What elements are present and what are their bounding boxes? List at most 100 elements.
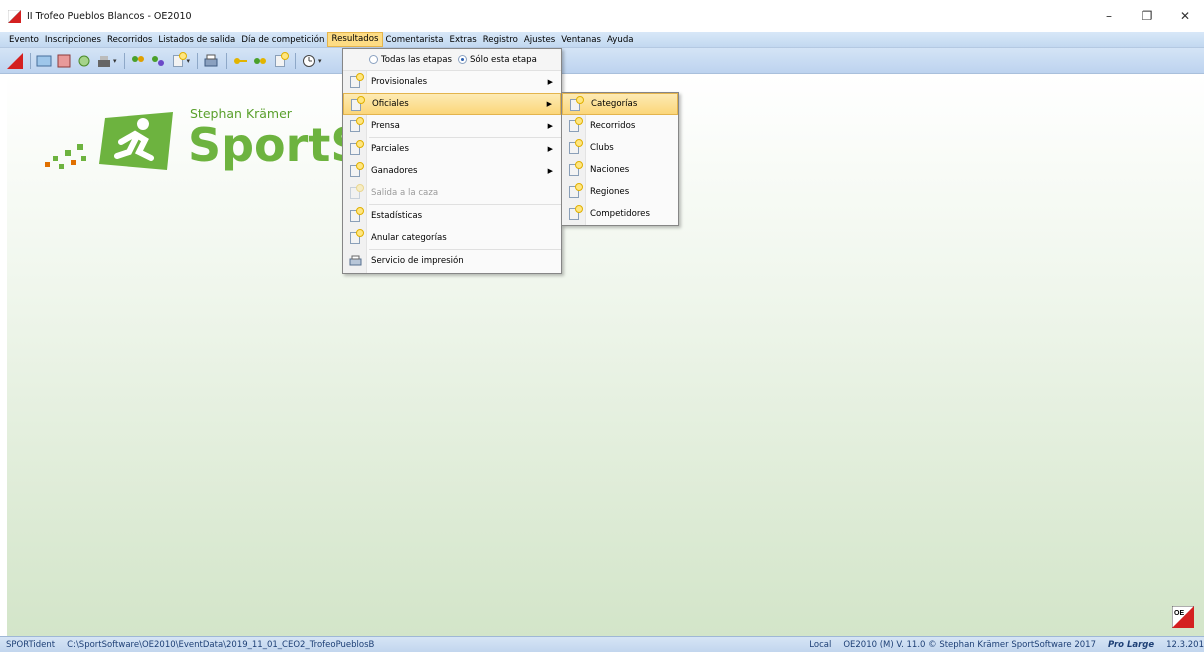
submenu-item-regiones[interactable]: Regiones bbox=[562, 181, 678, 203]
menu-item-parciales[interactable]: Parciales ▶ bbox=[343, 138, 561, 160]
document-icon bbox=[348, 184, 364, 200]
menu-inscripciones[interactable]: Inscripciones bbox=[42, 33, 104, 47]
runners-edit-icon[interactable] bbox=[149, 52, 167, 70]
submenu-item-label: Categorías bbox=[591, 99, 638, 109]
chevron-right-icon: ▶ bbox=[547, 78, 553, 86]
menu-recorridos[interactable]: Recorridos bbox=[104, 33, 155, 47]
submenu-item-label: Recorridos bbox=[590, 121, 636, 131]
network-icon[interactable] bbox=[75, 52, 93, 70]
menu-item-oficiales[interactable]: Oficiales ▶ bbox=[343, 93, 561, 115]
close-button[interactable]: ✕ bbox=[1166, 0, 1204, 32]
status-device: SPORTident bbox=[6, 639, 56, 650]
status-path: C:\SportSoftware\OE2010\EventData\2019_1… bbox=[67, 639, 375, 650]
menu-item-label: Estadísticas bbox=[371, 211, 423, 221]
submenu-item-clubs[interactable]: Clubs bbox=[562, 137, 678, 159]
print-icon[interactable] bbox=[202, 52, 220, 70]
window-title: II Trofeo Pueblos Blancos - OE2010 bbox=[27, 10, 192, 22]
key-icon[interactable] bbox=[231, 52, 249, 70]
chevron-right-icon: ▶ bbox=[547, 167, 553, 175]
submenu-item-label: Naciones bbox=[590, 165, 630, 175]
clock-icon[interactable] bbox=[300, 52, 318, 70]
document-icon bbox=[567, 117, 583, 133]
oficiales-submenu: Categorías Recorridos Clubs Naciones Reg… bbox=[561, 92, 679, 226]
toolbar-separator bbox=[123, 52, 125, 69]
document-icon bbox=[349, 96, 365, 112]
submenu-item-label: Regiones bbox=[590, 187, 630, 197]
card-reader-icon[interactable] bbox=[95, 52, 113, 70]
document-icon bbox=[567, 139, 583, 155]
document-settings-icon[interactable] bbox=[169, 51, 187, 70]
submenu-item-recorridos[interactable]: Recorridos bbox=[562, 115, 678, 137]
submenu-item-competidores[interactable]: Competidores bbox=[562, 203, 678, 225]
logo-dots bbox=[43, 134, 103, 174]
menu-item-label: Prensa bbox=[371, 121, 400, 131]
entries-icon[interactable] bbox=[35, 52, 53, 70]
runner-logo-icon bbox=[99, 112, 173, 170]
menu-item-ganadores[interactable]: Ganadores ▶ bbox=[343, 160, 561, 182]
menu-registro[interactable]: Registro bbox=[480, 33, 521, 47]
radio-this-stage[interactable] bbox=[457, 55, 467, 64]
menu-item-label: Parciales bbox=[371, 144, 409, 154]
chevron-down-icon[interactable]: ▾ bbox=[318, 57, 322, 65]
menu-resultados[interactable]: Resultados bbox=[327, 32, 383, 47]
submenu-item-naciones[interactable]: Naciones bbox=[562, 159, 678, 181]
chevron-down-icon[interactable]: ▾ bbox=[113, 57, 117, 65]
document-icon bbox=[568, 96, 584, 112]
register-icon[interactable] bbox=[55, 52, 73, 70]
chevron-down-icon[interactable]: ▾ bbox=[187, 57, 191, 65]
minimize-button[interactable]: – bbox=[1090, 0, 1128, 32]
menu-item-prensa[interactable]: Prensa ▶ bbox=[343, 115, 561, 137]
toolbar-separator bbox=[30, 52, 31, 69]
menu-extras[interactable]: Extras bbox=[447, 33, 480, 47]
title-bar: II Trofeo Pueblos Blancos - OE2010 – ❐ ✕ bbox=[0, 0, 1204, 32]
menu-item-salida-a-la-caza: Salida a la caza bbox=[343, 182, 561, 204]
menu-ayuda[interactable]: Ayuda bbox=[604, 33, 637, 47]
logo-wordmark: SportS bbox=[188, 118, 348, 172]
document-icon bbox=[348, 229, 364, 245]
oe-logo-icon[interactable] bbox=[6, 52, 24, 70]
status-date: 12.3.201 bbox=[1166, 639, 1204, 650]
menu-item-label: Salida a la caza bbox=[371, 188, 439, 198]
document-icon bbox=[348, 73, 364, 89]
toolbar-separator bbox=[197, 52, 199, 69]
toolbar-separator bbox=[226, 52, 228, 69]
document-icon bbox=[567, 205, 583, 221]
menu-ventanas[interactable]: Ventanas bbox=[558, 33, 604, 47]
menu-dia-de-competicion[interactable]: Día de competición bbox=[238, 33, 327, 47]
menu-item-label: Ganadores bbox=[371, 166, 418, 176]
toolbar: ▾ ▾ ▾ bbox=[0, 48, 1204, 74]
menu-comentarista[interactable]: Comentarista bbox=[383, 33, 447, 47]
stage-radio-group: Todas las etapas Sólo esta etapa bbox=[343, 49, 561, 71]
chevron-right-icon: ▶ bbox=[547, 122, 553, 130]
menu-listados-de-salida[interactable]: Listados de salida bbox=[155, 33, 238, 47]
restore-button[interactable]: ❐ bbox=[1128, 0, 1166, 32]
radio-all-stages[interactable] bbox=[369, 55, 378, 64]
menu-evento[interactable]: Evento bbox=[6, 33, 42, 47]
menu-bar: Evento Inscripciones Recorridos Listados… bbox=[0, 32, 1204, 48]
radio-this-stage-label[interactable]: Sólo esta etapa bbox=[470, 55, 537, 65]
menu-item-label: Servicio de impresión bbox=[371, 256, 464, 266]
menu-item-label: Anular categorías bbox=[371, 233, 447, 243]
radio-all-stages-label[interactable]: Todas las etapas bbox=[381, 55, 452, 65]
document-icon bbox=[567, 183, 583, 199]
status-version: OE2010 (M) V. 11.0 © Stephan Krämer Spor… bbox=[843, 639, 1096, 650]
document-icon bbox=[348, 162, 364, 178]
oe-corner-logo-icon: OE bbox=[1171, 605, 1195, 629]
runners-icon[interactable] bbox=[129, 52, 147, 70]
menu-item-anular-categorias[interactable]: Anular categorías bbox=[343, 227, 561, 249]
document-icon bbox=[348, 207, 364, 223]
document-check-icon[interactable] bbox=[271, 51, 290, 70]
resultados-menu: Todas las etapas Sólo esta etapa Provisi… bbox=[342, 48, 562, 274]
document-icon bbox=[348, 140, 364, 156]
document-icon bbox=[567, 161, 583, 177]
menu-item-servicio-de-impresion[interactable]: Servicio de impresión bbox=[343, 250, 561, 272]
printer-icon bbox=[348, 254, 362, 268]
submenu-item-label: Competidores bbox=[590, 209, 650, 219]
menu-item-estadisticas[interactable]: Estadísticas bbox=[343, 205, 561, 227]
keys-icon[interactable] bbox=[251, 52, 269, 70]
submenu-item-categorias[interactable]: Categorías bbox=[562, 93, 678, 115]
menu-ajustes[interactable]: Ajustes bbox=[521, 33, 558, 47]
menu-item-provisionales[interactable]: Provisionales ▶ bbox=[343, 71, 561, 93]
menu-item-label: Provisionales bbox=[371, 77, 428, 87]
corner-logo-text: OE bbox=[1174, 610, 1184, 617]
